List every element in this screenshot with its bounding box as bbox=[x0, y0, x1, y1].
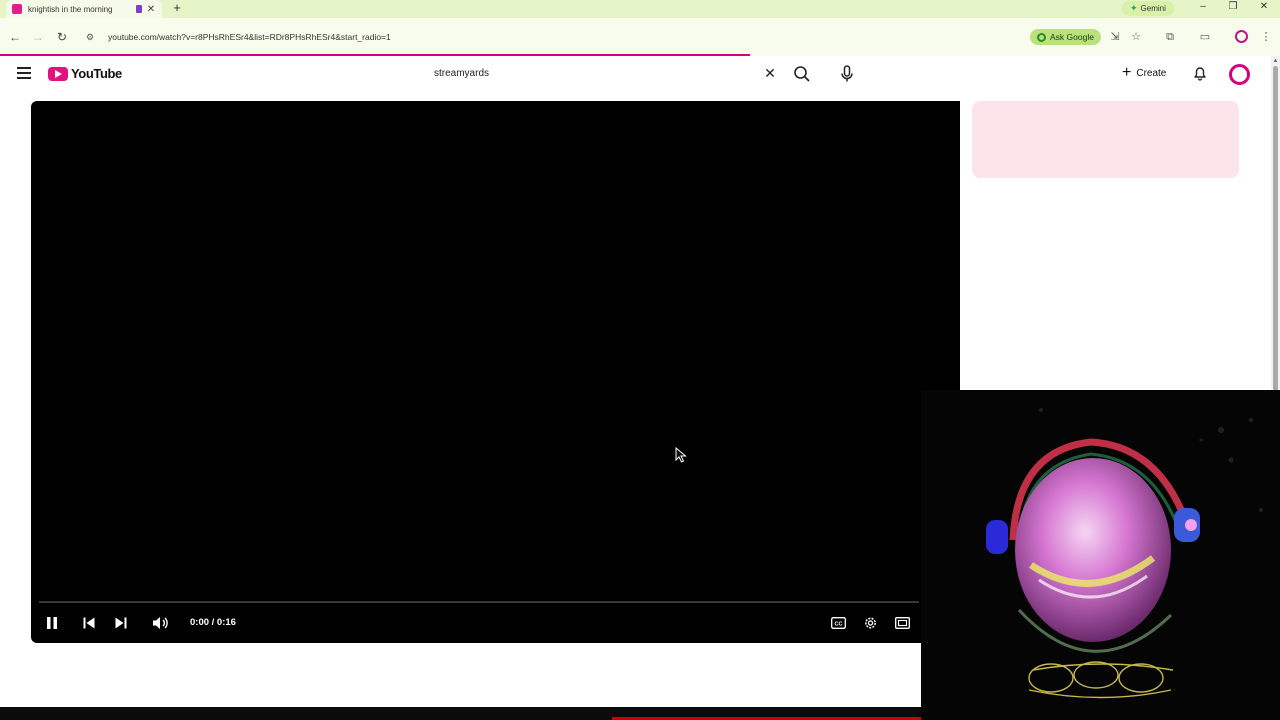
hamburger-menu-icon[interactable] bbox=[17, 67, 31, 79]
volume-icon[interactable] bbox=[152, 613, 170, 633]
google-lens-icon bbox=[1037, 32, 1046, 42]
browser-tab[interactable]: knightish in the morning ✕ bbox=[6, 0, 162, 18]
forward-arrow-icon[interactable]: → bbox=[31, 30, 45, 44]
restore-window-icon[interactable]: ❐ bbox=[1226, 1, 1240, 12]
gemini-label: Gemini bbox=[1140, 4, 1166, 13]
svg-text:CC: CC bbox=[835, 621, 843, 627]
scroll-up-arrow-icon[interactable]: ▲ bbox=[1271, 58, 1280, 64]
youtube-wordmark: YouTube bbox=[71, 66, 122, 81]
time-display: 0:00 / 0:16 bbox=[190, 617, 236, 628]
account-avatar[interactable] bbox=[1229, 64, 1250, 85]
next-icon[interactable] bbox=[114, 613, 128, 633]
audio-playing-icon[interactable] bbox=[136, 5, 142, 13]
webcam-overlay bbox=[921, 390, 1280, 720]
site-info-icon[interactable]: ⚙ bbox=[86, 32, 98, 43]
progress-scrubber[interactable] bbox=[39, 601, 919, 603]
create-button[interactable]: + Create bbox=[1122, 64, 1166, 82]
youtube-play-logo-icon bbox=[48, 66, 68, 81]
settings-gear-icon[interactable] bbox=[863, 613, 878, 633]
browser-tab-strip: knightish in the morning ✕ + ✦ Gemini – … bbox=[0, 0, 1280, 18]
close-tab-icon[interactable]: ✕ bbox=[146, 4, 156, 15]
scrollbar-thumb[interactable] bbox=[1273, 66, 1278, 391]
microphone-icon[interactable] bbox=[840, 65, 854, 83]
browser-toolbar: ← → ↻ ⚙ youtube.com/watch?v=r8PHsRhESr4&… bbox=[0, 18, 1280, 56]
notifications-bell-icon[interactable] bbox=[1192, 65, 1208, 81]
search-icon[interactable] bbox=[793, 65, 811, 83]
mouse-cursor-icon bbox=[675, 447, 687, 463]
more-menu-icon[interactable]: ⋮ bbox=[1259, 31, 1273, 45]
video-player[interactable]: 0:00 / 0:16 CC bbox=[31, 101, 960, 643]
browser-profile-icon[interactable] bbox=[1235, 30, 1248, 43]
youtube-logo[interactable]: YouTube bbox=[48, 66, 122, 81]
gemini-button[interactable]: ✦ Gemini bbox=[1122, 1, 1174, 16]
bottom-strip bbox=[0, 707, 921, 720]
plus-icon: + bbox=[1122, 64, 1132, 81]
new-tab-icon[interactable]: + bbox=[170, 1, 184, 15]
split-view-icon[interactable]: ▭ bbox=[1198, 31, 1212, 45]
youtube-favicon-icon bbox=[12, 4, 22, 14]
close-window-icon[interactable]: ✕ bbox=[1257, 1, 1271, 12]
tab-title: knightish in the morning bbox=[28, 4, 113, 14]
previous-icon[interactable] bbox=[82, 613, 96, 633]
loading-placeholder-card bbox=[972, 101, 1239, 178]
address-url[interactable]: youtube.com/watch?v=r8PHsRhESr4&list=RDr… bbox=[108, 32, 391, 42]
create-label: Create bbox=[1136, 67, 1167, 79]
clear-search-icon[interactable]: ✕ bbox=[763, 65, 777, 81]
address-bar[interactable]: ⚙ youtube.com/watch?v=r8PHsRhESr4&list=R… bbox=[80, 26, 1090, 48]
ask-google-button[interactable]: Ask Google bbox=[1030, 29, 1101, 45]
minimize-window-icon[interactable]: – bbox=[1196, 1, 1210, 12]
page-scrollbar[interactable] bbox=[1271, 56, 1280, 391]
back-arrow-icon[interactable]: ← bbox=[8, 30, 22, 44]
captions-icon[interactable]: CC bbox=[831, 613, 846, 633]
install-app-icon[interactable]: ⇲ bbox=[1108, 31, 1122, 45]
pause-icon[interactable] bbox=[45, 613, 59, 633]
extensions-icon[interactable]: ⧉ bbox=[1163, 31, 1177, 45]
sparkle-icon: ✦ bbox=[1130, 3, 1138, 13]
theater-mode-icon[interactable] bbox=[895, 613, 910, 633]
youtube-header: YouTube ✕ + Create bbox=[0, 56, 1270, 92]
ask-google-label: Ask Google bbox=[1050, 32, 1094, 42]
streamer-webcam-image bbox=[921, 390, 1280, 720]
reload-icon[interactable]: ↻ bbox=[55, 30, 69, 44]
bookmark-star-icon[interactable]: ☆ bbox=[1129, 31, 1143, 45]
search-input[interactable] bbox=[424, 61, 780, 85]
